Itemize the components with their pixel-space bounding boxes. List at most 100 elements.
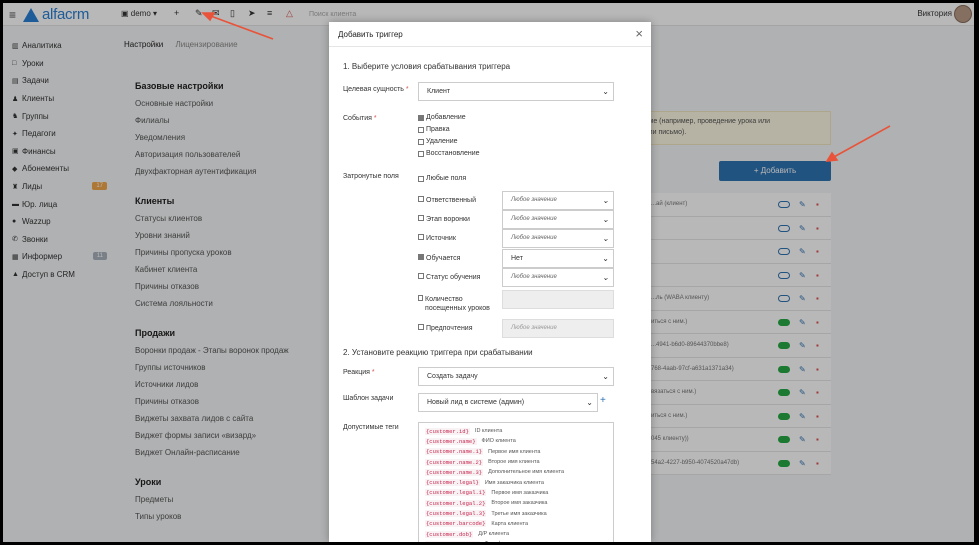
tags-label: Допустимые теги — [343, 424, 399, 431]
event-checkbox[interactable]: Добавление — [418, 114, 466, 121]
field-value: Любое значение — [511, 216, 557, 222]
chevron-down-icon: ⌄ — [602, 254, 609, 263]
field-value-select[interactable]: Любое значение ⌄ — [502, 229, 614, 248]
step-1-title: 1. Выберите условия срабатывания триггер… — [343, 62, 511, 71]
fields-label: Затронутые поля — [343, 173, 399, 180]
field-checkbox[interactable]: Статус обучения — [418, 273, 504, 282]
tag-code[interactable]: {customer.name.1} — [425, 448, 484, 456]
close-icon[interactable]: × — [635, 26, 643, 41]
chevron-down-icon: ⌄ — [602, 215, 609, 224]
events-label-text: События — [343, 115, 372, 122]
field-label: Предпочтения — [426, 325, 473, 332]
event-label: Восстановление — [426, 150, 480, 157]
tag-row: {customer.name.3} Дополнительное имя клие… — [425, 467, 607, 477]
tag-code[interactable]: {customer.dob} — [425, 530, 474, 538]
tag-code[interactable]: {customer.legal} — [425, 479, 480, 487]
event-checkbox[interactable]: Правка — [418, 126, 450, 133]
step-2-title: 2. Установите реакцию триггера при сраба… — [343, 348, 533, 357]
tag-row: {customer.name.1} Первое имя клиента — [425, 447, 607, 457]
checkbox-box — [418, 273, 424, 279]
events-label: События * — [343, 115, 377, 122]
field-checkbox[interactable]: Ответственный — [418, 196, 504, 205]
add-template-icon[interactable]: + — [600, 395, 606, 406]
field-value-select[interactable]: Нет ⌄ — [502, 249, 614, 268]
tag-description: ФИО клиента — [481, 438, 516, 445]
field-checkbox[interactable]: Этап воронки — [418, 215, 504, 224]
tag-description: Телефон клиента — [485, 541, 530, 542]
field-checkbox[interactable]: Источник — [418, 234, 504, 243]
field-value-select[interactable]: Любое значение ⌄ — [502, 191, 614, 210]
tag-row: {customer.legal.2} Второе имя заказчика — [425, 498, 607, 508]
tags-list: {customer.id} ID клиента {customer.name} ФИ… — [418, 422, 614, 542]
any-fields-checkbox[interactable]: Любые поля — [418, 175, 466, 182]
tag-code[interactable]: {customer.legal.2} — [425, 499, 487, 507]
tag-code[interactable]: {customer.id} — [425, 427, 470, 435]
checkbox-box — [418, 234, 424, 240]
tag-description: Дополнительное имя клиента — [488, 469, 565, 476]
checkbox-box — [418, 138, 424, 145]
tag-description: Имя заказчика клиента — [484, 479, 544, 486]
field-value-input[interactable] — [502, 290, 614, 309]
event-checkbox[interactable]: Восстановление — [418, 150, 480, 157]
tag-description: Первое имя заказчика — [491, 489, 549, 496]
template-value: Новый лид в системе (админ) — [427, 399, 525, 406]
tag-code[interactable]: {customer.name} — [425, 437, 477, 445]
required-mark: * — [371, 369, 375, 376]
field-value: Любое значение — [511, 274, 557, 280]
checkbox-box — [418, 175, 424, 182]
tag-code[interactable]: {customer.name.2} — [425, 458, 484, 466]
field-value-select[interactable]: Любое значение ⌄ — [502, 210, 614, 229]
checkbox-box — [418, 324, 424, 330]
chevron-down-icon: ⌄ — [602, 273, 609, 282]
reaction-value: Создать задачу — [427, 373, 478, 380]
tag-row: {customer.legal.3} Третье имя заказчика — [425, 508, 607, 518]
checkbox-box — [418, 254, 424, 260]
field-value-select[interactable]: Любое значение ⌄ — [502, 268, 614, 287]
tag-row: {customer.barcode} Карта клиента — [425, 519, 607, 529]
tag-description: Д/Р клиента — [478, 531, 510, 538]
tag-row: {customer.dob} Д/Р клиента — [425, 529, 607, 539]
entity-select[interactable]: Клиент ⌄ — [418, 82, 614, 101]
tag-row: {customer.legal.1} Первое имя заказчика — [425, 488, 607, 498]
tag-code[interactable]: {customer.barcode} — [425, 520, 487, 528]
tag-code[interactable]: {customer.name.3} — [425, 468, 484, 476]
template-label: Шаблон задачи — [343, 395, 394, 402]
checkbox-box — [418, 150, 424, 157]
field-value: Любое значение — [511, 197, 557, 203]
field-checkbox[interactable]: Предпочтения — [418, 324, 504, 333]
field-label: Ответственный — [426, 197, 476, 204]
required-mark: * — [405, 86, 409, 93]
event-checkbox[interactable]: Удаление — [418, 138, 458, 145]
event-label: Добавление — [426, 114, 466, 121]
chevron-down-icon: ⌄ — [602, 87, 609, 96]
tag-row: {customer.phone} Телефон клиента — [425, 539, 607, 542]
template-select[interactable]: Новый лид в системе (админ) ⌄ — [418, 393, 598, 412]
chevron-down-icon: ⌄ — [602, 196, 609, 205]
tag-row: {customer.name} ФИО клиента — [425, 436, 607, 446]
tag-code[interactable]: {customer.legal.1} — [425, 489, 487, 497]
field-value: Любое значение — [511, 325, 557, 331]
field-value: Любое значение — [511, 235, 557, 241]
any-fields-label: Любые поля — [426, 175, 467, 182]
field-value: Нет — [511, 255, 523, 262]
reaction-label-text: Реакция — [343, 369, 370, 376]
tag-description: Второе имя клиента — [488, 459, 540, 466]
tag-description: Карта клиента — [491, 520, 529, 527]
field-checkbox[interactable]: Количество посещенных уроков — [418, 295, 504, 313]
event-label: Правка — [426, 126, 450, 133]
field-label: Обучается — [426, 255, 461, 262]
field-checkbox[interactable]: Обучается — [418, 254, 504, 263]
checkbox-box — [418, 196, 424, 202]
chevron-down-icon: ⌄ — [586, 398, 593, 407]
entity-label-text: Целевая сущность — [343, 86, 404, 93]
entity-label: Целевая сущность * — [343, 86, 409, 93]
field-label: Количество посещенных уроков — [425, 296, 490, 312]
tag-code[interactable]: {customer.legal.3} — [425, 510, 487, 518]
field-label: Этап воронки — [426, 216, 470, 223]
modal-header: Добавить триггер × — [329, 22, 651, 47]
field-label: Статус обучения — [426, 274, 481, 281]
tag-code[interactable]: {customer.phone} — [425, 540, 480, 542]
reaction-label: Реакция * — [343, 369, 375, 376]
reaction-select[interactable]: Создать задачу ⌄ — [418, 367, 614, 386]
tag-row: {customer.id} ID клиента — [425, 426, 607, 436]
